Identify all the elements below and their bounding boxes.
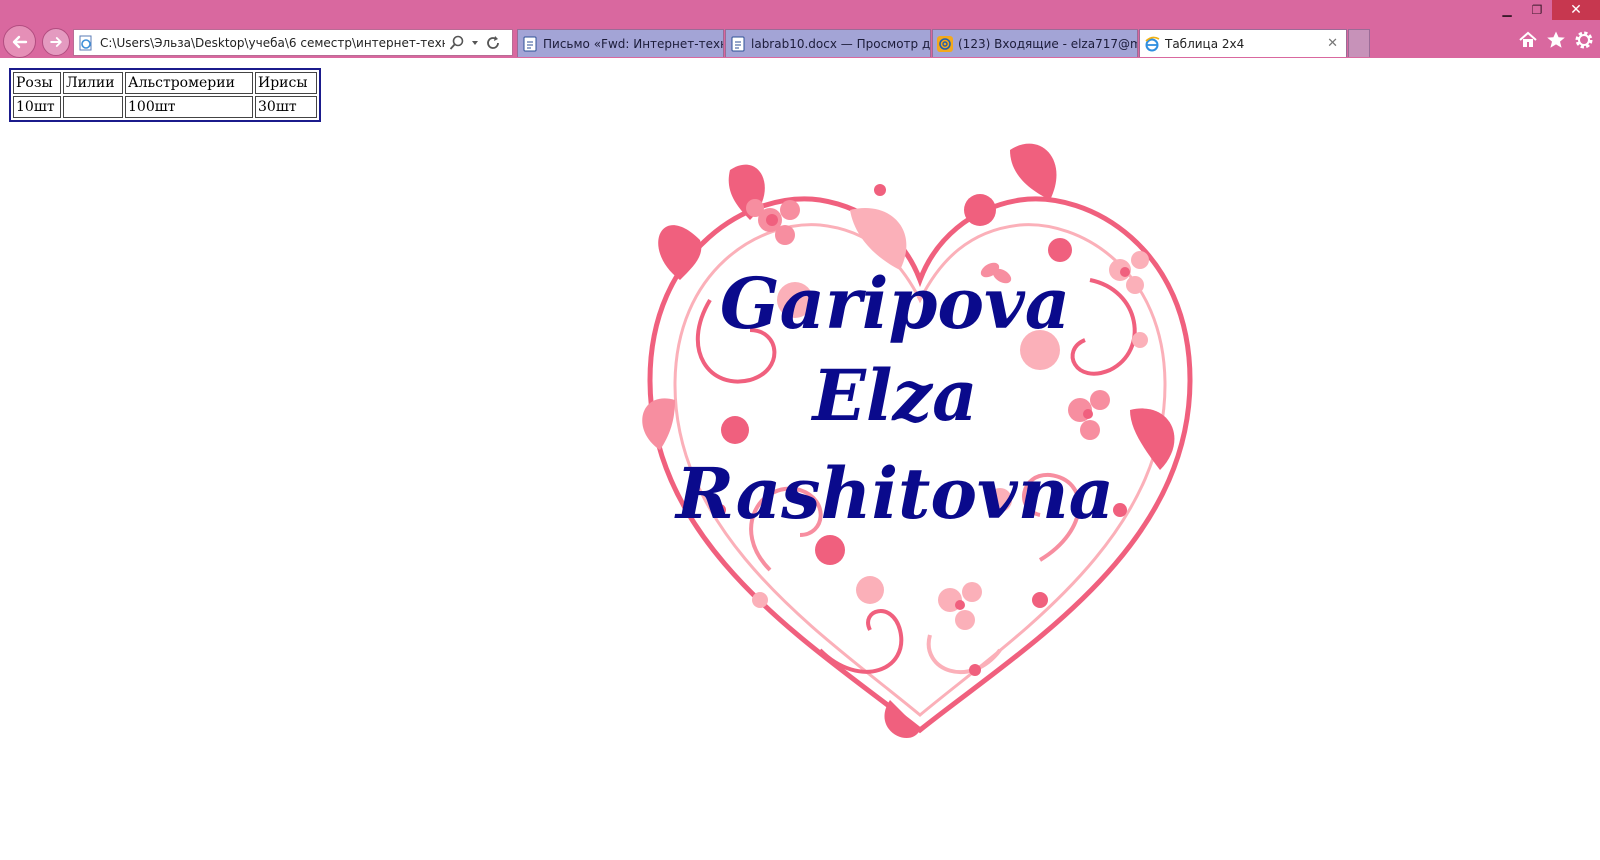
window-controls: ▁ ❐ ✕: [1492, 0, 1600, 20]
document-icon: [731, 36, 745, 51]
minimize-button[interactable]: ▁: [1492, 0, 1522, 20]
new-tab-button[interactable]: [1348, 29, 1370, 57]
table-cell: [63, 96, 123, 118]
mail-at-icon: [937, 35, 953, 52]
address-url[interactable]: C:\Users\Эльза\Desktop\учеба\6 семестр\и…: [100, 36, 445, 50]
ie-icon: [1145, 36, 1160, 51]
arrow-left-icon: [12, 35, 27, 48]
favorites-star-icon[interactable]: [1546, 30, 1566, 50]
table-cell: 10шт: [13, 96, 61, 118]
browser-chrome: ▁ ❐ ✕ C:\Users\Эльза\Desktop\учеба\6 сем…: [0, 0, 1600, 58]
tab-mail-inbox[interactable]: (123) Входящие - elza717@m...: [932, 29, 1138, 57]
gear-icon[interactable]: [1574, 30, 1594, 50]
table-cell: 30шт: [255, 96, 317, 118]
tab-email-fwd[interactable]: Письмо «Fwd: Интернет-техн...: [517, 29, 724, 57]
flowers-table: Розы Лилии Альстромерии Ирисы 10шт 100шт…: [9, 68, 321, 122]
table-cell: Розы: [13, 72, 61, 94]
table-cell: 100шт: [125, 96, 253, 118]
tab-label: (123) Входящие - elza717@m...: [958, 36, 1138, 51]
name-line-second: Elza: [810, 354, 977, 437]
address-bar[interactable]: C:\Users\Эльза\Desktop\учеба\6 семестр\и…: [73, 29, 513, 56]
name-line-third: Rashitovna: [674, 452, 1114, 535]
chevron-down-icon[interactable]: [471, 39, 479, 47]
tab-label: Таблица 2x4: [1165, 36, 1245, 51]
table-row: 10шт 100шт 30шт: [13, 96, 317, 118]
tab-table-2x4[interactable]: Таблица 2x4 ✕: [1139, 29, 1347, 57]
table-cell: Альстромерии: [125, 72, 253, 94]
table-cell: Ирисы: [255, 72, 317, 94]
search-icon[interactable]: [449, 35, 465, 51]
toolbar-right: [1518, 30, 1594, 50]
tab-label: Письмо «Fwd: Интернет-техн...: [543, 36, 724, 51]
tab-label: labrab10.docx — Просмотр д...: [751, 36, 931, 51]
floral-heart-image: Garipova Elza Rashitovna: [642, 143, 1193, 739]
name-text-group: Garipova Elza Rashitovna: [674, 262, 1114, 535]
close-tab-icon[interactable]: ✕: [1327, 36, 1338, 51]
tab-labrab10[interactable]: labrab10.docx — Просмотр д...: [725, 29, 931, 57]
heart-ornament: [642, 143, 1193, 739]
document-icon: [523, 36, 537, 51]
home-icon[interactable]: [1518, 30, 1538, 50]
forward-button[interactable]: [42, 28, 70, 56]
table-cell: Лилии: [63, 72, 123, 94]
table-row: Розы Лилии Альстромерии Ирисы: [13, 72, 317, 94]
name-line-first: Garipova: [720, 262, 1070, 345]
back-button[interactable]: [3, 25, 36, 58]
tab-strip: Письмо «Fwd: Интернет-техн... labrab10.d…: [517, 29, 1370, 57]
ie-page-icon: [79, 35, 92, 50]
refresh-icon[interactable]: [485, 35, 501, 51]
close-window-button[interactable]: ✕: [1552, 0, 1600, 20]
maximize-button[interactable]: ❐: [1522, 0, 1552, 20]
arrow-right-icon: [50, 37, 62, 47]
